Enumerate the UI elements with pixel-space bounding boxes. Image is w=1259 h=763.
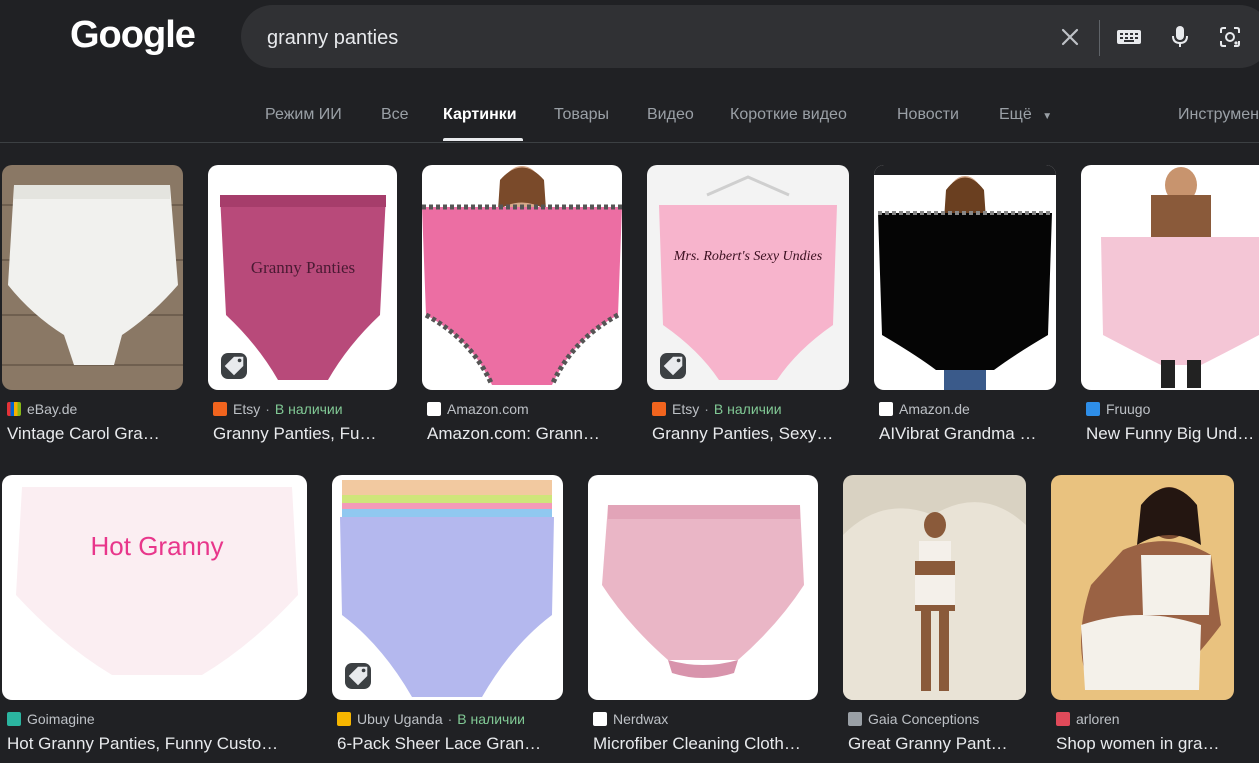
image-text: Mrs. Robert's Sexy Undies: [673, 249, 823, 264]
active-tab-indicator: [443, 138, 523, 141]
result-image[interactable]: [1081, 165, 1259, 390]
source-name: Amazon.com: [447, 401, 529, 417]
result-image[interactable]: Mrs. Robert's Sexy Undies: [647, 165, 849, 390]
source-name: Fruugo: [1106, 401, 1151, 417]
image-text: Granny Panties: [251, 258, 355, 277]
tab-all[interactable]: Все: [381, 106, 409, 124]
result-title[interactable]: Hot Granny Panties, Funny Custo…: [7, 734, 307, 754]
result-title[interactable]: 6-Pack Sheer Lace Gran…: [337, 734, 563, 754]
separator-dot: ·: [447, 711, 453, 727]
shopping-tag-icon: [221, 353, 247, 379]
search-tabs: Режим ИИ Все Картинки Товары Видео Корот…: [0, 100, 1259, 143]
tab-shopping[interactable]: Товары: [554, 106, 609, 124]
result-source: eBay.de: [7, 401, 77, 417]
result-image[interactable]: [843, 475, 1026, 700]
ebay-icon: [7, 402, 21, 416]
result-image[interactable]: [1051, 475, 1234, 700]
amazon-icon: [427, 402, 441, 416]
source-name: eBay.de: [27, 401, 78, 417]
source-name: Etsy: [672, 401, 700, 417]
nerdwax-icon: [593, 712, 607, 726]
result-title[interactable]: AIVibrat Grandma …: [879, 424, 1056, 444]
result-image[interactable]: [332, 475, 563, 700]
tab-tools[interactable]: Инструменты: [1178, 106, 1259, 124]
availability: В наличии: [457, 711, 525, 727]
result-source: Etsy · В наличии: [652, 401, 782, 417]
result-title[interactable]: New Funny Big Unde…: [1086, 424, 1259, 444]
source-name: Ubuy Uganda: [357, 711, 443, 727]
result-image[interactable]: [422, 165, 622, 390]
tab-videos[interactable]: Видео: [647, 106, 694, 124]
google-logo[interactable]: Google: [70, 14, 196, 57]
separator-dot: ·: [704, 401, 709, 417]
search-input[interactable]: [265, 23, 1029, 53]
result-image[interactable]: Granny Panties: [208, 165, 397, 390]
amazon-icon: [879, 402, 893, 416]
tab-news[interactable]: Новости: [897, 106, 959, 124]
result-source: Ubuy Uganda · В наличии: [337, 711, 525, 727]
source-name: arloren: [1076, 711, 1120, 727]
etsy-icon: [652, 402, 666, 416]
result-source: Etsy · В наличии: [213, 401, 343, 417]
result-source: arloren: [1056, 711, 1120, 727]
microphone-icon[interactable]: [1167, 24, 1193, 50]
search-divider: [1099, 20, 1100, 56]
caret-down-icon: ▼: [1042, 111, 1053, 122]
result-image[interactable]: Hot Granny: [2, 475, 307, 700]
goimagine-icon: [7, 712, 21, 726]
arloren-icon: [1056, 712, 1070, 726]
gaia-conceptions-icon: [848, 712, 862, 726]
fruugo-icon: [1086, 402, 1100, 416]
shopping-tag-icon: [345, 663, 371, 689]
result-title[interactable]: Shop women in gra…: [1056, 734, 1234, 754]
result-title[interactable]: Amazon.com: Grann…: [427, 424, 622, 444]
source-name: Gaia Conceptions: [868, 711, 980, 727]
source-name: Amazon.de: [899, 401, 970, 417]
result-source: Nerdwax: [593, 711, 668, 727]
result-source: Gaia Conceptions: [848, 711, 979, 727]
tab-more[interactable]: Ещё ▼: [999, 106, 1052, 124]
result-source: Goimagine: [7, 711, 95, 727]
close-icon[interactable]: [1057, 24, 1083, 50]
source-name: Nerdwax: [613, 711, 669, 727]
image-text: Hot Granny: [91, 531, 224, 561]
result-source: Amazon.de: [879, 401, 970, 417]
result-title[interactable]: Granny Panties, Fu…: [213, 424, 397, 444]
availability: В наличии: [274, 401, 343, 417]
tab-short-videos[interactable]: Короткие видео: [730, 106, 847, 124]
result-source: Amazon.com: [427, 401, 529, 417]
result-title[interactable]: Granny Panties, Sexy…: [652, 424, 849, 444]
separator-dot: ·: [265, 401, 270, 417]
lens-camera-icon[interactable]: [1217, 24, 1243, 50]
source-name: Goimagine: [27, 711, 95, 727]
keyboard-icon[interactable]: [1116, 24, 1142, 50]
tab-ai-mode[interactable]: Режим ИИ: [265, 106, 342, 124]
source-name: Etsy: [233, 401, 261, 417]
ubuy-icon: [337, 712, 351, 726]
search-bar: [241, 5, 1259, 68]
result-image[interactable]: [2, 165, 183, 390]
shopping-tag-icon: [660, 353, 686, 379]
result-image[interactable]: [588, 475, 818, 700]
result-title[interactable]: Microfiber Cleaning Cloth…: [593, 734, 818, 754]
etsy-icon: [213, 402, 227, 416]
result-source: Fruugo: [1086, 401, 1150, 417]
result-title[interactable]: Great Granny Pant…: [848, 734, 1026, 754]
result-image[interactable]: [874, 165, 1056, 390]
result-title[interactable]: Vintage Carol Gra…: [7, 424, 183, 444]
tab-images[interactable]: Картинки: [443, 106, 517, 124]
tab-more-label: Ещё: [999, 106, 1032, 123]
availability: В наличии: [713, 401, 782, 417]
